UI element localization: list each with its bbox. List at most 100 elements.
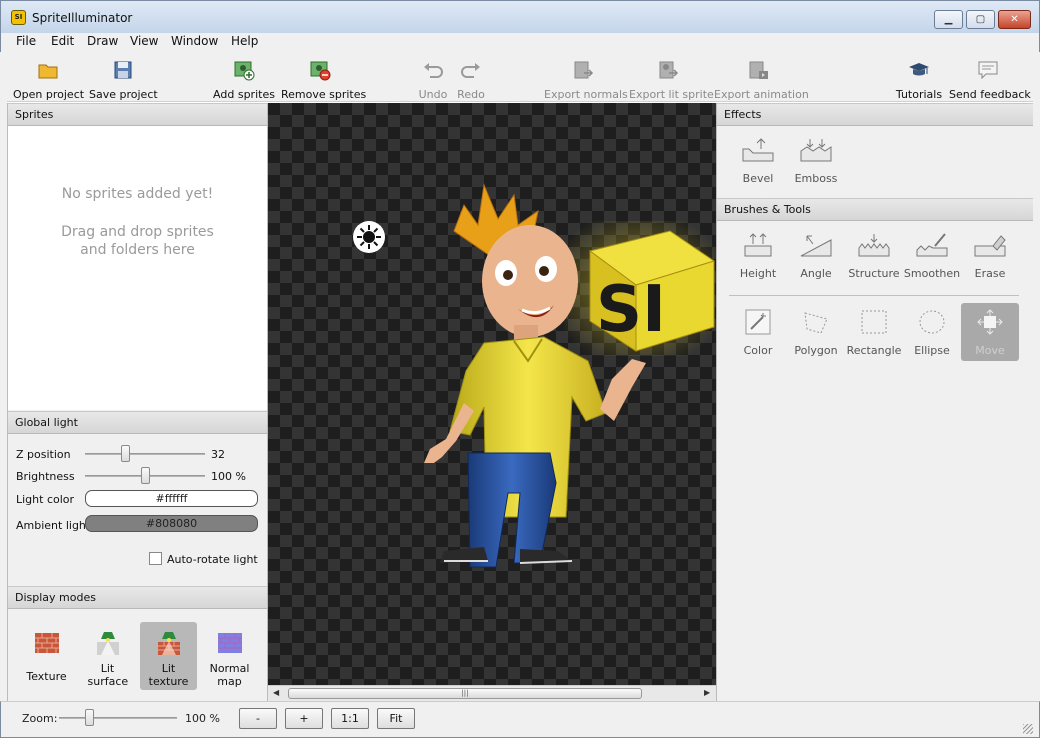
zoom-actual-size-button[interactable]: 1:1 <box>331 708 369 729</box>
undo-button[interactable]: Undo <box>417 57 449 101</box>
light-color-field[interactable]: #ffffff <box>85 490 258 507</box>
tool-ellipse[interactable]: Ellipse <box>903 303 961 361</box>
tool-rectangle[interactable]: Rectangle <box>845 303 903 361</box>
move-arrows-icon <box>977 309 1003 335</box>
ambient-light-field[interactable]: #808080 <box>85 515 258 532</box>
angle-brush-icon <box>800 235 832 257</box>
zoom-slider[interactable] <box>59 717 177 719</box>
lamp-surface-icon <box>96 632 119 655</box>
send-feedback-button[interactable]: Send feedback <box>949 57 1031 101</box>
export-lit-sprite-label: Export lit sprite <box>629 88 714 101</box>
zoom-fit-button[interactable]: Fit <box>377 708 415 729</box>
maximize-button[interactable]: ▢ <box>966 10 995 29</box>
effect-bevel[interactable]: Bevel <box>729 131 787 189</box>
tool-polygon[interactable]: Polygon <box>787 303 845 361</box>
mode-lit-texture[interactable]: Lit texture <box>140 622 197 690</box>
menu-view[interactable]: View <box>130 34 158 48</box>
sprites-empty-message: No sprites added yet! <box>61 186 214 202</box>
tool-structure[interactable]: Structure <box>845 226 903 284</box>
bevel-label: Bevel <box>742 172 774 185</box>
zoom-label: Zoom: <box>22 712 58 725</box>
remove-sprites-label: Remove sprites <box>281 88 367 101</box>
export-animation-button[interactable]: Export animation <box>714 57 809 101</box>
redo-button[interactable]: Redo <box>455 57 487 101</box>
right-window-edge <box>1033 52 1040 701</box>
mode-normal-map-label: Normal map <box>209 662 250 688</box>
sprites-panel-header: Sprites <box>8 103 267 126</box>
polygon-select-icon <box>804 312 828 334</box>
save-project-button[interactable]: Save project <box>89 57 158 101</box>
rectangle-select-icon <box>861 310 887 334</box>
smoothen-label: Smoothen <box>903 267 961 280</box>
bevel-icon <box>742 138 774 162</box>
export-normals-label: Export normals <box>544 88 628 101</box>
structure-label: Structure <box>848 267 900 280</box>
brightness-value: 100 % <box>211 470 246 483</box>
mode-lit-surface[interactable]: Lit surface <box>79 622 136 690</box>
tool-move[interactable]: Move <box>961 303 1019 361</box>
height-brush-icon <box>744 233 772 257</box>
window-title: SpriteIlluminator <box>32 11 133 25</box>
tool-smoothen[interactable]: Smoothen <box>903 226 961 284</box>
send-feedback-label: Send feedback <box>949 88 1031 101</box>
tool-erase[interactable]: Erase <box>961 226 1019 284</box>
status-bar: Zoom: 100 % - + 1:1 Fit <box>0 701 1040 738</box>
auto-rotate-checkbox[interactable] <box>149 552 162 565</box>
tool-angle[interactable]: Angle <box>787 226 845 284</box>
brightness-slider-thumb[interactable] <box>141 467 150 484</box>
z-position-slider[interactable] <box>85 453 205 455</box>
effect-emboss[interactable]: Emboss <box>787 131 845 189</box>
canvas-horizontal-scrollbar[interactable]: ◀ ||| ▶ <box>268 685 716 701</box>
menu-window[interactable]: Window <box>171 34 218 48</box>
menu-edit[interactable]: Edit <box>51 34 74 48</box>
tool-height[interactable]: Height <box>729 226 787 284</box>
polygon-label: Polygon <box>794 344 838 357</box>
zoom-in-button[interactable]: + <box>285 708 323 729</box>
export-normals-button[interactable]: Export normals <box>544 57 628 101</box>
resize-grip[interactable] <box>1023 724 1033 734</box>
tools-divider <box>729 295 1019 296</box>
app-logo-icon: SI <box>11 10 26 25</box>
global-light-header: Global light <box>8 411 267 434</box>
eraser-icon <box>974 235 1006 257</box>
add-sprite-icon <box>234 61 255 81</box>
export-normals-icon <box>574 61 594 79</box>
minimize-button[interactable]: ▁ <box>934 10 963 29</box>
scrollbar-thumb[interactable]: ||| <box>288 688 642 699</box>
remove-sprites-button[interactable]: Remove sprites <box>281 57 367 101</box>
cube-logo: SI <box>596 273 666 347</box>
save-project-label: Save project <box>89 88 158 101</box>
color-label: Color <box>743 344 773 357</box>
scroll-left-arrow[interactable]: ◀ <box>273 688 279 697</box>
export-animation-icon <box>749 61 768 79</box>
effects-header: Effects <box>717 103 1033 126</box>
sprite-canvas[interactable]: SI <box>268 103 716 685</box>
speech-bubble-icon <box>978 61 998 80</box>
title-bar: SI SpriteIlluminator ▁ ▢ ✕ <box>0 0 1040 33</box>
left-window-edge <box>0 52 7 701</box>
menu-draw[interactable]: Draw <box>87 34 118 48</box>
tool-color[interactable]: Color <box>729 303 787 361</box>
close-window-button[interactable]: ✕ <box>998 10 1031 29</box>
magic-wand-icon <box>745 309 771 335</box>
scroll-right-arrow[interactable]: ▶ <box>704 688 710 697</box>
mode-normal-map[interactable]: Normal map <box>201 622 258 690</box>
sprites-list[interactable]: No sprites added yet! Drag and drop spri… <box>8 126 267 410</box>
sprite-preview: SI <box>424 183 716 568</box>
zoom-slider-thumb[interactable] <box>84 709 94 726</box>
add-sprites-button[interactable]: Add sprites <box>213 57 275 101</box>
brushes-tools-header: Brushes & Tools <box>717 198 1033 221</box>
menu-file[interactable]: File <box>16 34 36 48</box>
structure-brush-icon <box>858 234 890 257</box>
smoothen-brush-icon <box>916 233 948 257</box>
tutorials-button[interactable]: Tutorials <box>895 57 943 101</box>
export-lit-sprite-button[interactable]: Export lit sprite <box>629 57 714 101</box>
export-animation-label: Export animation <box>714 88 809 101</box>
z-position-slider-thumb[interactable] <box>120 445 130 462</box>
open-project-button[interactable]: Open project <box>13 57 84 101</box>
menu-help[interactable]: Help <box>231 34 258 48</box>
mode-texture[interactable]: Texture <box>18 622 75 690</box>
zoom-out-button[interactable]: - <box>239 708 277 729</box>
export-lit-sprite-icon <box>659 61 679 79</box>
lamp-texture-icon <box>157 632 180 655</box>
